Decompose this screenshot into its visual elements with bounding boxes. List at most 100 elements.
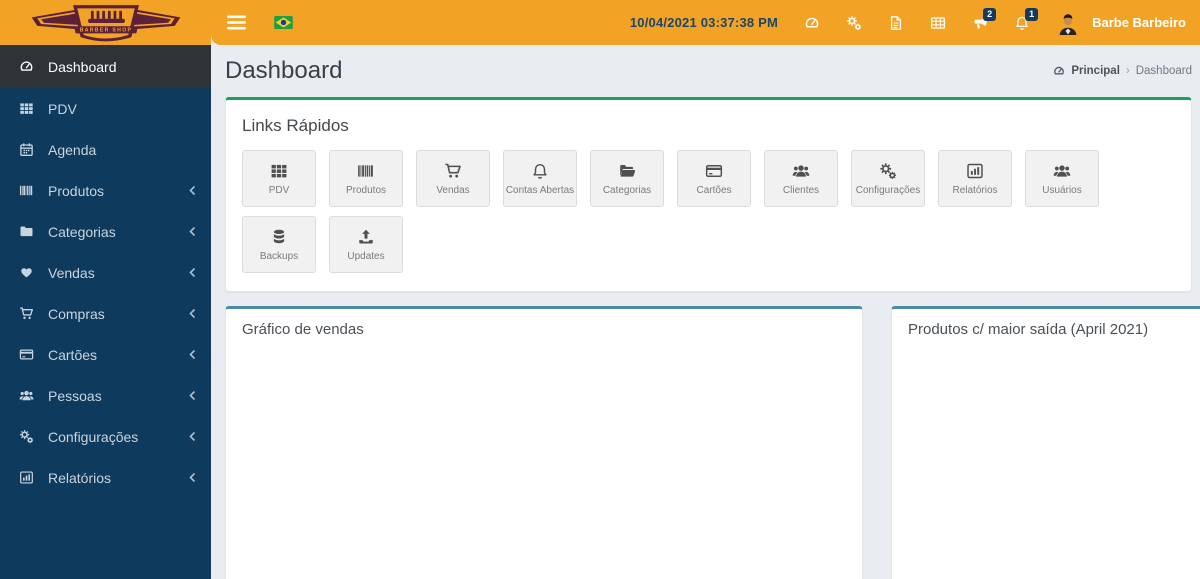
quicklink-updates[interactable]: Updates <box>329 216 403 273</box>
quicklink-label: Categorias <box>602 184 652 196</box>
barber-shop-logo-icon: BARBER SHOP <box>31 4 180 41</box>
quicklink-backups[interactable]: Backups <box>242 216 316 273</box>
chart-icon <box>16 470 36 485</box>
users-icon <box>1053 162 1071 180</box>
brazil-flag-icon[interactable] <box>274 16 293 29</box>
sidebar-item-label: Pessoas <box>48 387 102 404</box>
database-icon <box>270 228 288 246</box>
sidebar-item-label: Cartões <box>48 346 98 363</box>
sales-chart-title: Gráfico de vendas <box>242 321 364 338</box>
dashboard-shortcut-icon[interactable] <box>804 15 820 31</box>
tachometer-icon <box>16 59 36 74</box>
breadcrumb-current: Dashboard <box>1135 65 1192 77</box>
app-window: BARBER SHOP 10/04/2021 03:37:38 PM 2 1 B… <box>0 0 1200 579</box>
notifications-badge: 1 <box>1025 7 1039 21</box>
sidebar-item-label: Agenda <box>48 141 97 158</box>
top-bar: BARBER SHOP 10/04/2021 03:37:38 PM 2 1 B… <box>0 0 1200 45</box>
heart-icon <box>16 265 36 280</box>
quicklink-label: Vendas <box>436 184 470 196</box>
sidebar-item-label: Relatórios <box>48 469 112 486</box>
sidebar-item-relatorios[interactable]: Relatórios <box>0 457 211 498</box>
sidebar-item-pdv[interactable]: PDV <box>0 88 211 129</box>
document-shortcut-icon[interactable] <box>888 15 904 31</box>
top-products-title: Produtos c/ maior saída (April 2021) <box>908 321 1149 338</box>
folder-icon <box>16 224 36 239</box>
sidebar-menu: Dashboard PDV Agenda Produtos Categorias… <box>0 45 211 579</box>
credit-card-icon <box>705 162 723 180</box>
main-content: Dashboard Principal › Dashboard Links Rá… <box>211 45 1200 579</box>
credit-card-icon <box>16 347 36 362</box>
grid-icon <box>16 101 36 116</box>
quicklink-configuracoes[interactable]: Configurações <box>851 150 925 207</box>
datetime-display: 10/04/2021 03:37:38 PM <box>629 15 779 30</box>
users-icon <box>16 388 36 403</box>
quicklink-usuarios[interactable]: Usuários <box>1025 150 1099 207</box>
breadcrumb: Principal › Dashboard <box>1053 65 1192 77</box>
page-header: Dashboard Principal › Dashboard <box>225 45 1192 97</box>
sidebar-item-label: Configurações <box>48 428 139 445</box>
quicklink-label: Contas Abertas <box>505 184 575 196</box>
breadcrumb-root[interactable]: Principal <box>1071 65 1120 77</box>
quicklink-label: Produtos <box>345 184 387 196</box>
users-icon <box>792 162 810 180</box>
quicklink-label: Updates <box>347 250 385 262</box>
sidebar-item-label: Categorias <box>48 223 116 240</box>
sidebar-item-label: Compras <box>48 305 105 322</box>
bell-icon <box>531 162 549 180</box>
sidebar-item-label: PDV <box>48 100 77 117</box>
quicklink-categorias[interactable]: Categorias <box>590 150 664 207</box>
settings-shortcut-icon[interactable] <box>846 15 862 31</box>
quicklink-label: Usuários <box>1042 184 1082 196</box>
quicklink-label: Cartões <box>696 184 732 196</box>
cart-icon <box>444 162 462 180</box>
quicklink-pdv[interactable]: PDV <box>242 150 316 207</box>
quicklink-cartoes[interactable]: Cartões <box>677 150 751 207</box>
sidebar-item-label: Produtos <box>48 182 105 199</box>
quicklink-contas-abertas[interactable]: Contas Abertas <box>503 150 577 207</box>
sidebar-item-agenda[interactable]: Agenda <box>0 129 211 170</box>
top-navbar: 10/04/2021 03:37:38 PM 2 1 Barbe Barbeir… <box>211 0 1200 45</box>
top-products-card: Produtos c/ maior saída (April 2021) <box>891 306 1200 579</box>
chevron-left-icon <box>188 185 197 196</box>
svg-text:BARBER SHOP: BARBER SHOP <box>79 27 132 33</box>
sidebar-item-dashboard[interactable]: Dashboard <box>0 45 211 88</box>
announcements-badge: 2 <box>983 7 997 21</box>
announcements-button[interactable]: 2 <box>972 7 997 31</box>
table-shortcut-icon[interactable] <box>930 15 946 31</box>
quicklink-relatorios[interactable]: Relatórios <box>938 150 1012 207</box>
chevron-left-icon <box>188 472 197 483</box>
sidebar-item-configuracoes[interactable]: Configurações <box>0 416 211 457</box>
grid-icon <box>270 162 288 180</box>
cogs-icon <box>16 429 36 444</box>
sidebar-item-vendas[interactable]: Vendas <box>0 252 211 293</box>
navbar-right-group: 10/04/2021 03:37:38 PM 2 1 Barbe Barbeir… <box>629 7 1186 35</box>
dashboard-panels-row: Gráfico de vendas Produtos c/ maior saíd… <box>225 306 1200 579</box>
quicklink-vendas[interactable]: Vendas <box>416 150 490 207</box>
chart-icon <box>966 162 984 180</box>
calendar-icon <box>16 142 36 157</box>
quicklink-clientes[interactable]: Clientes <box>764 150 838 207</box>
sidebar-item-label: Vendas <box>48 264 95 281</box>
notifications-button[interactable]: 1 <box>1014 7 1039 31</box>
sales-chart-card: Gráfico de vendas <box>225 306 863 579</box>
tachometer-icon <box>1053 65 1065 77</box>
sidebar-item-compras[interactable]: Compras <box>0 293 211 334</box>
sidebar-item-produtos[interactable]: Produtos <box>0 170 211 211</box>
app-logo[interactable]: BARBER SHOP <box>0 0 211 45</box>
chevron-left-icon <box>188 308 197 319</box>
sidebar-item-pessoas[interactable]: Pessoas <box>0 375 211 416</box>
page-title: Dashboard <box>225 57 343 84</box>
quicklink-label: PDV <box>268 184 290 196</box>
user-avatar[interactable] <box>1056 11 1080 35</box>
chevron-left-icon <box>188 431 197 442</box>
sidebar-item-cartoes[interactable]: Cartões <box>0 334 211 375</box>
quicklink-produtos[interactable]: Produtos <box>329 150 403 207</box>
quicklink-label: Relatórios <box>952 184 998 196</box>
quick-links-grid: PDV Produtos Vendas Contas Abertas Categ <box>242 150 1175 273</box>
sidebar-item-categorias[interactable]: Categorias <box>0 211 211 252</box>
breadcrumb-separator: › <box>1125 65 1130 77</box>
cogs-icon <box>879 162 897 180</box>
user-name[interactable]: Barbe Barbeiro <box>1092 15 1186 30</box>
hamburger-menu-button[interactable] <box>223 11 250 34</box>
sidebar-item-label: Dashboard <box>48 58 117 75</box>
